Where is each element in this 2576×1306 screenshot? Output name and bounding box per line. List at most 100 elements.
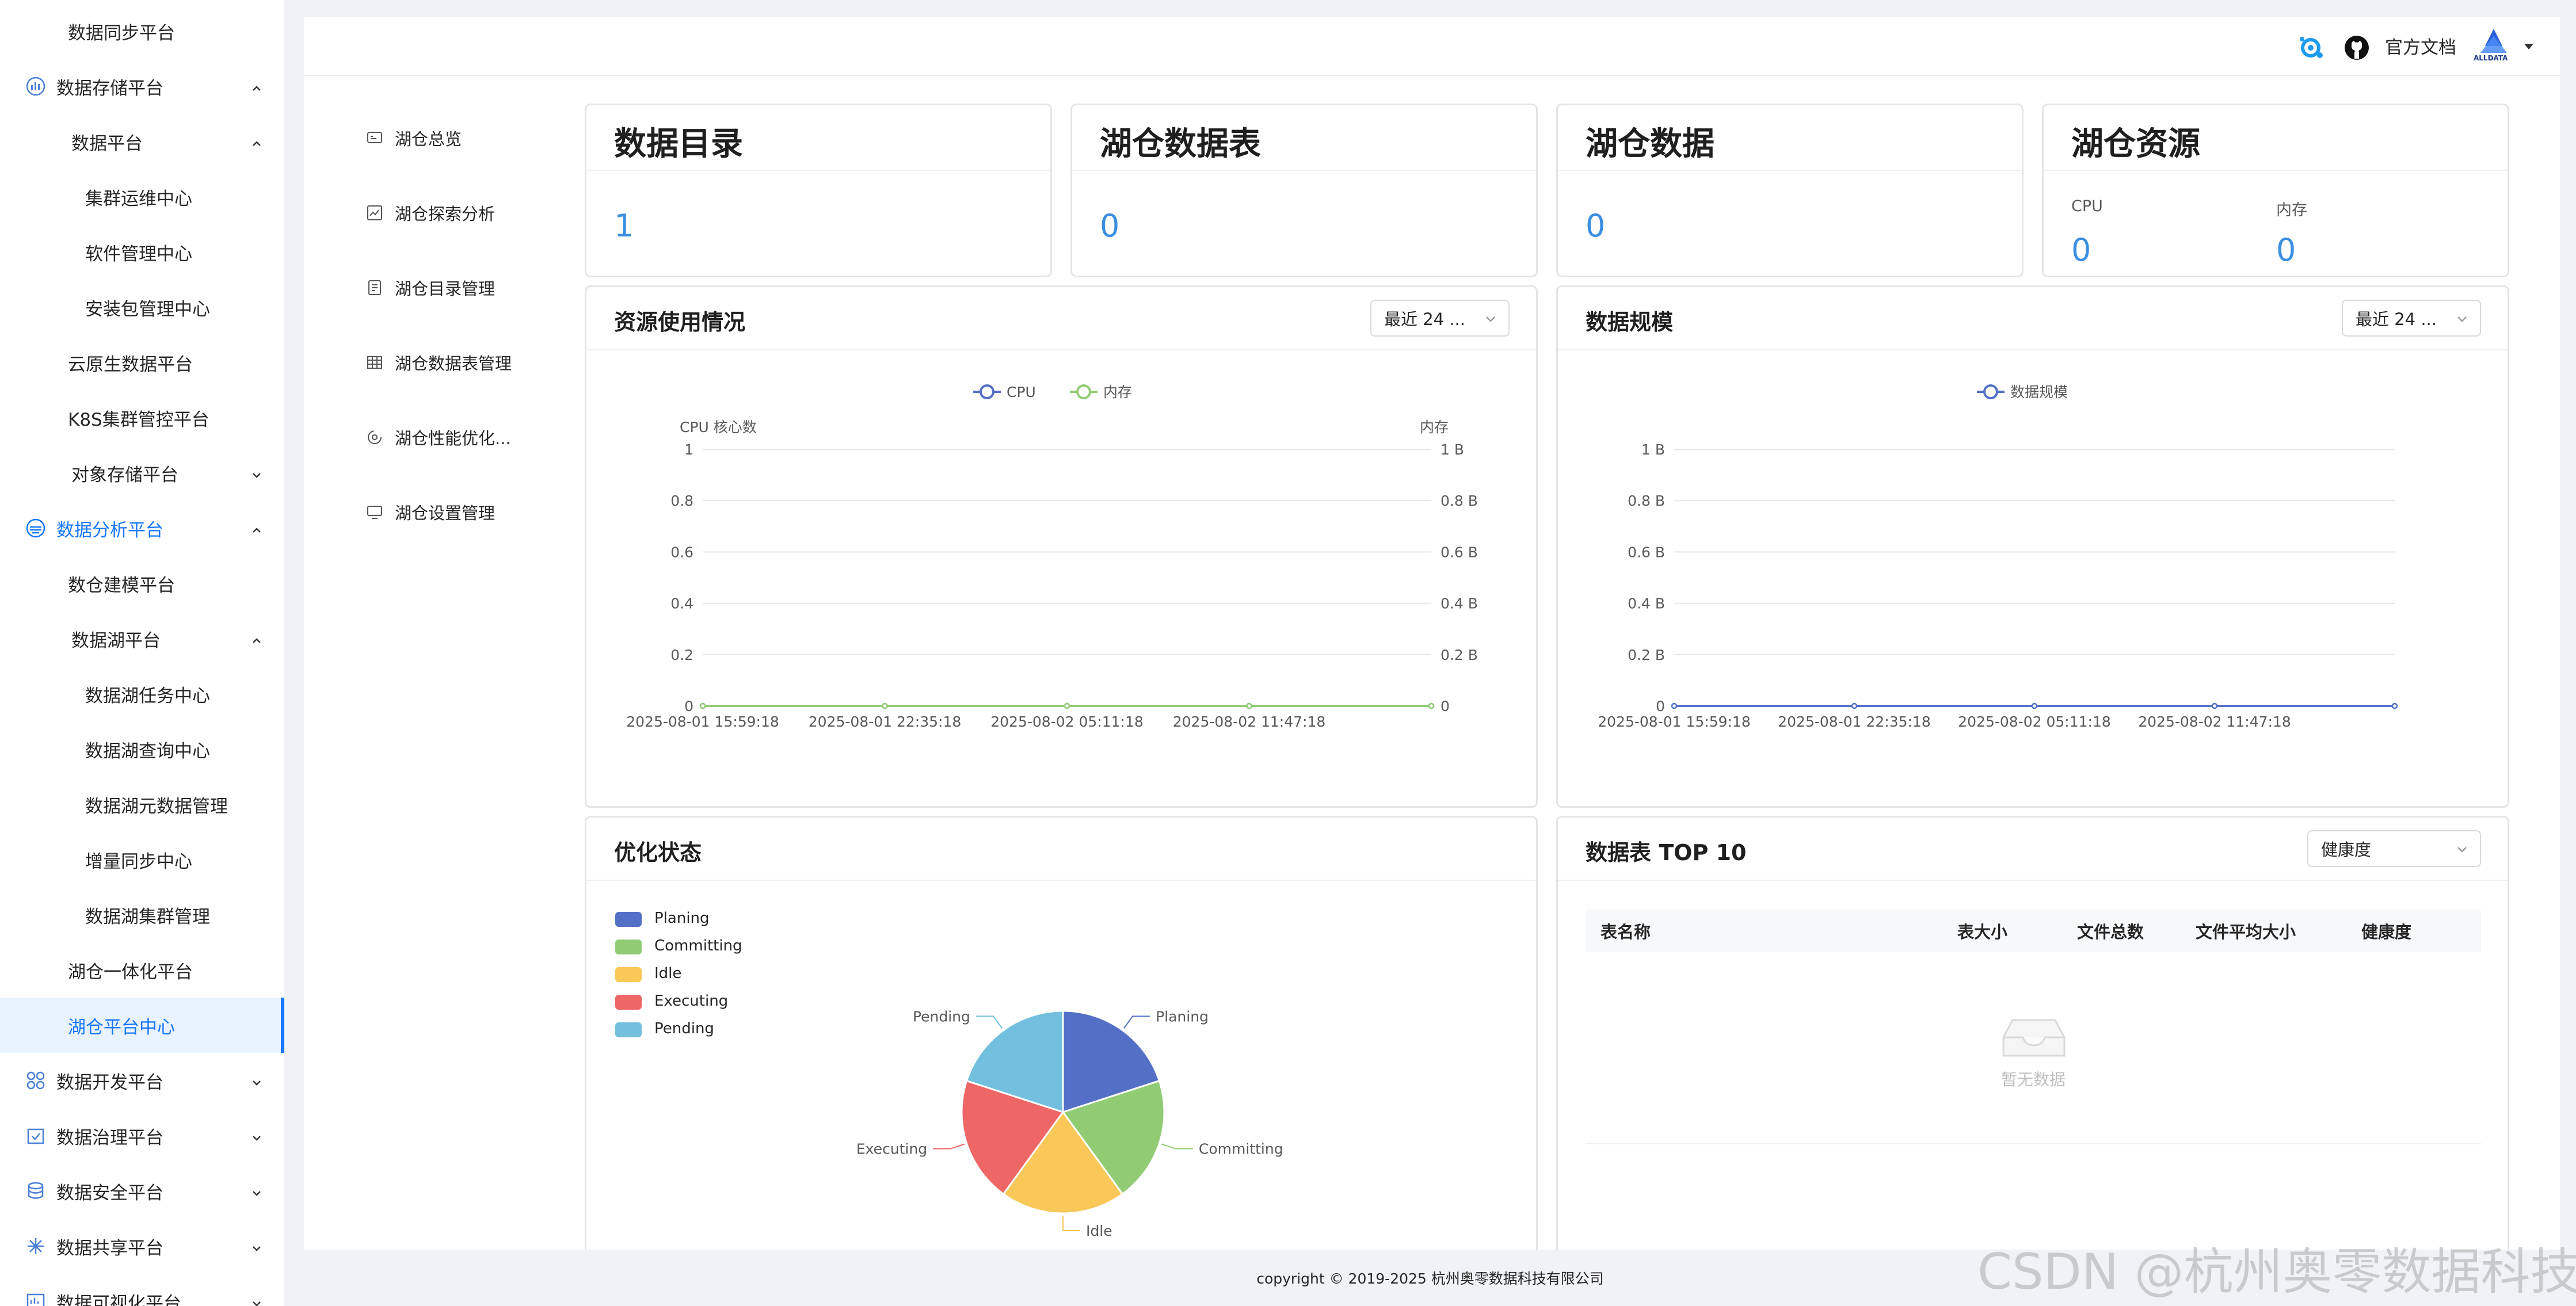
subnav-item-label: 湖仓性能优化... — [395, 429, 511, 448]
column-header[interactable]: 表大小 — [1957, 910, 2007, 952]
sidebar-item-label: 安装包管理中心 — [85, 299, 210, 320]
subnav-item[interactable]: 湖仓设置管理 — [366, 495, 495, 529]
x-tick-label: 2025-08-02 11:47:18 — [1173, 713, 1326, 730]
copyright-text: copyright © 2019-2025 杭州奥零数据科技有限公司 — [1256, 1270, 1604, 1287]
sidebar-item[interactable]: 湖仓一体化平台 — [0, 942, 284, 998]
sidebar-item[interactable]: 数据湖集群管理 — [0, 887, 284, 942]
optimization-status-panel: 优化状态 Planing Committing Idle Executing Pendi… — [585, 816, 1538, 1270]
sidebar-item[interactable]: 云原生数据平台 — [0, 335, 284, 390]
optimization-pie-chart: Planing Committing Idle Executing Pending — [856, 1008, 1283, 1239]
chevron-up-icon[interactable] — [250, 632, 264, 646]
stat-title: 湖仓资源 — [2071, 125, 2200, 163]
subnav-item[interactable]: 湖仓数据表管理 — [366, 345, 512, 380]
sidebar-item[interactable]: 数据存储平台 — [0, 59, 284, 114]
chevron-up-icon[interactable] — [250, 135, 264, 148]
sidebar-item[interactable]: 数据治理平台 — [0, 1108, 284, 1163]
y-tick-label-right: 0.8 B — [1441, 492, 1478, 509]
sidebar-item[interactable]: 数据湖平台 — [0, 611, 284, 666]
chevron-down-icon[interactable] — [250, 1239, 264, 1253]
chevron-up-icon[interactable] — [250, 79, 264, 93]
y-tick-label: 0.8 — [670, 492, 693, 509]
x-tick-label: 2025-08-01 22:35:18 — [809, 713, 962, 730]
sidebar-item[interactable]: 增量同步中心 — [0, 832, 284, 887]
sidebar-item[interactable]: 数据湖元数据管理 — [0, 777, 284, 832]
data-point — [2211, 702, 2218, 709]
chevron-down-icon[interactable] — [250, 466, 264, 480]
sidebar-item[interactable]: 数据分析平台 — [0, 501, 284, 556]
notification-icon[interactable] — [2296, 33, 2325, 62]
column-header[interactable]: 文件总数 — [2077, 910, 2144, 952]
pie-label-line — [975, 1015, 1003, 1029]
monitor-icon — [366, 503, 395, 521]
sidebar-item[interactable]: 数据共享平台 — [0, 1219, 284, 1274]
sidebar-item[interactable]: K8S集群管控平台 — [0, 390, 284, 445]
x-tick-label: 2025-08-01 15:59:18 — [1598, 713, 1751, 730]
sidebar-item-label: 对象存储平台 — [71, 464, 178, 486]
sidebar-item[interactable]: 软件管理中心 — [0, 224, 284, 280]
sidebar-item-label: 数据同步平台 — [68, 22, 175, 44]
pie-label: Pending — [913, 1008, 970, 1025]
chevron-down-icon[interactable] — [250, 1184, 264, 1198]
sidebar: 数据同步平台数据存储平台数据平台集群运维中心软件管理中心 安装包管理中心云原生数据… — [0, 0, 284, 1306]
legend-label: CPU — [1007, 384, 1036, 400]
divider — [1558, 880, 2508, 881]
legend-marker — [980, 384, 994, 399]
empty-box-icon — [2002, 1019, 2066, 1057]
sidebar-item[interactable]: 数仓建模平台 — [0, 556, 284, 611]
visual-icon — [25, 1291, 46, 1306]
y-tick-label-right: 0.6 B — [1441, 544, 1478, 560]
github-icon[interactable] — [2343, 35, 2370, 61]
user-dropdown-icon[interactable] — [2521, 38, 2537, 54]
sidebar-item-label: 湖仓平台中心 — [68, 1017, 175, 1038]
sidebar-item[interactable]: 数据安全平台 — [0, 1163, 284, 1219]
column-header[interactable]: 健康度 — [2361, 910, 2411, 952]
sidebar-item[interactable]: 安装包管理中心 — [0, 280, 284, 335]
sidebar-item[interactable]: 湖仓平台中心 — [0, 998, 284, 1053]
share-icon — [25, 1236, 46, 1257]
sidebar-item-label: 数据湖元数据管理 — [85, 796, 228, 817]
sidebar-item[interactable]: 数据同步平台 — [0, 3, 284, 59]
cpu-value: 0 — [2071, 232, 2091, 268]
chevron-down-icon[interactable] — [250, 1074, 264, 1087]
subnav-item-label: 湖仓探索分析 — [395, 204, 496, 224]
y-tick-label-right: 0.2 B — [1441, 647, 1478, 663]
legend-label: 数据规模 — [2010, 384, 2068, 400]
sidebar-item[interactable]: 数据湖查询中心 — [0, 721, 284, 777]
sidebar-item[interactable]: 数据湖任务中心 — [0, 666, 284, 721]
sidebar-item[interactable]: 集群运维中心 — [0, 169, 284, 224]
pie-label: Planing — [1156, 1008, 1209, 1025]
docs-link[interactable]: 官方文档 — [2385, 35, 2456, 61]
data-point — [1428, 702, 1435, 709]
stat-title: 湖仓数据表 — [1100, 125, 1261, 163]
subnav-item[interactable]: 湖仓目录管理 — [366, 270, 495, 305]
sidebar-item[interactable]: 数据可视化平台 — [0, 1274, 284, 1306]
subnav-item[interactable]: 湖仓性能优化... — [366, 420, 511, 455]
subnav-item[interactable]: 湖仓探索分析 — [366, 196, 495, 230]
y-tick-label-right: 0.4 B — [1441, 595, 1478, 612]
logo[interactable]: ALLDATA — [2474, 24, 2514, 64]
chevron-down-icon[interactable] — [250, 1294, 264, 1306]
subnav-item-label: 湖仓总览 — [395, 129, 462, 149]
sidebar-item[interactable]: 对象存储平台 — [0, 445, 284, 501]
sidebar-item-label: 软件管理中心 — [85, 243, 192, 265]
subnav-item[interactable]: 湖仓总览 — [366, 121, 462, 155]
sidebar-item[interactable]: 数据开发平台 — [0, 1053, 284, 1108]
data-point — [2391, 702, 2398, 709]
data-point — [1246, 702, 1252, 709]
empty-state: 暂无数据 — [1586, 952, 2481, 1144]
sidebar-item-label: 数据平台 — [71, 133, 143, 154]
pie-label: Idle — [1086, 1223, 1112, 1239]
sidebar-item-label: 数据开发平台 — [56, 1072, 163, 1093]
sort-metric-select[interactable]: 健康度 — [2307, 830, 2481, 867]
column-header[interactable]: 表名称 — [1601, 910, 1651, 952]
column-header[interactable]: 文件平均大小 — [2196, 910, 2296, 952]
chevron-up-icon[interactable] — [250, 521, 264, 535]
main-content: 数据目录 1 湖仓数据表 0 湖仓数据 0 湖仓资源 CPU 0 内存 0 资源… — [574, 76, 2560, 1270]
sidebar-item[interactable]: 数据平台 — [0, 114, 284, 169]
chevron-down-icon[interactable] — [250, 1129, 264, 1143]
y-tick-label: 0.4 B — [1628, 595, 1665, 612]
sidebar-item-label: 湖仓一体化平台 — [68, 961, 193, 983]
x-tick-label: 2025-08-02 11:47:18 — [2138, 713, 2291, 730]
y-tick-label: 0.8 B — [1628, 492, 1665, 509]
sidebar-item-label: 增量同步中心 — [85, 851, 192, 872]
